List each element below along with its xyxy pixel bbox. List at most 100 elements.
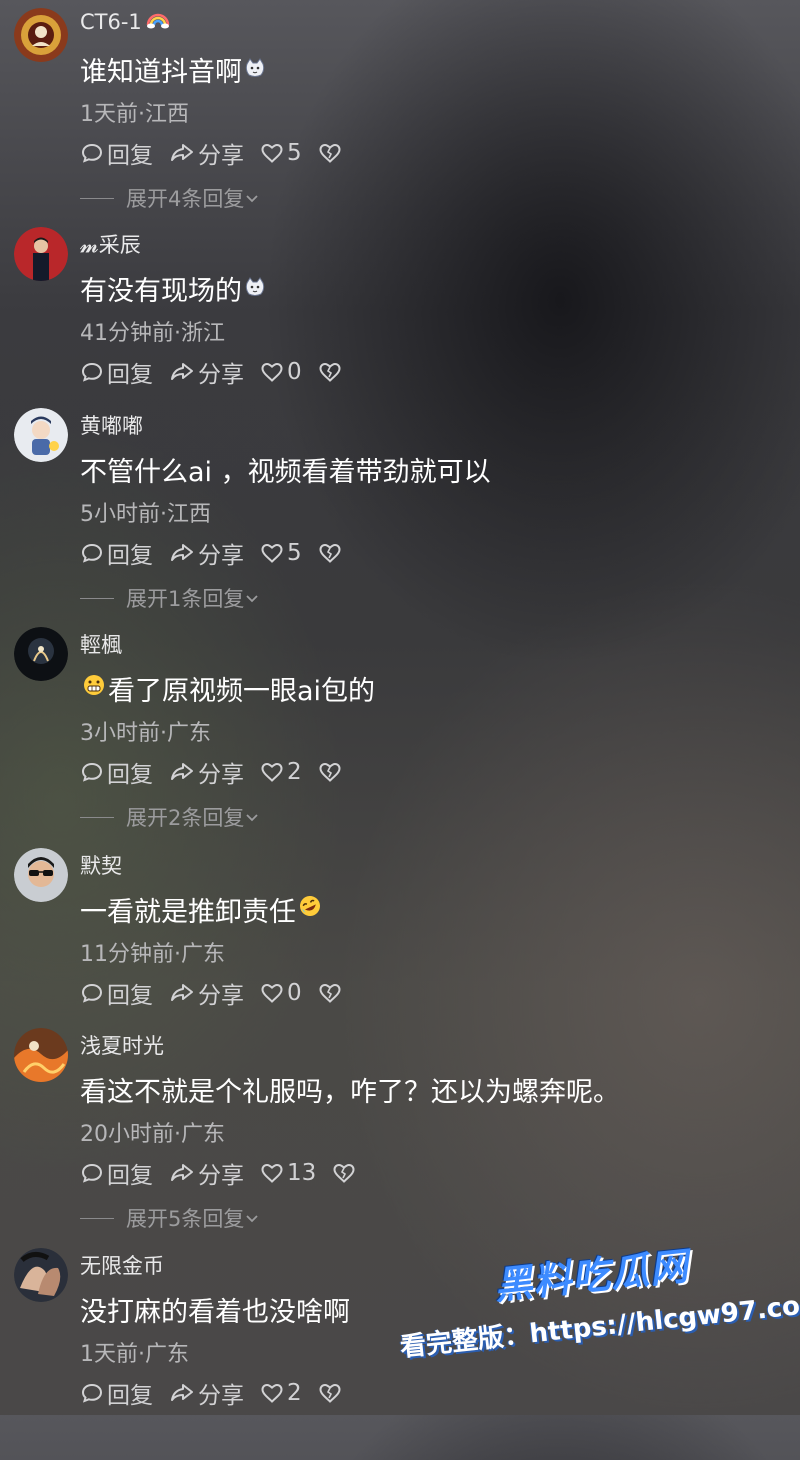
expand-replies[interactable]: 展开2条回复 [80, 802, 260, 832]
broken-heart-icon [319, 983, 341, 1003]
like-button[interactable]: 2 [260, 759, 302, 785]
heart-icon [261, 983, 283, 1003]
comment-meta: 3小时前·广东 [80, 721, 211, 746]
expand-replies[interactable]: 展开4条回复 [80, 183, 260, 213]
like-count: 5 [287, 140, 302, 166]
dislike-button[interactable] [318, 761, 342, 783]
avatar[interactable] [14, 1248, 68, 1302]
share-arrow-icon [171, 363, 193, 380]
divider [80, 1217, 114, 1219]
dislike-button[interactable] [318, 542, 342, 564]
like-count: 5 [287, 540, 302, 566]
share-button[interactable]: 分享 [169, 1156, 244, 1190]
comment-meta: 1天前·广东 [80, 1342, 189, 1367]
share-button[interactable]: 分享 [169, 755, 244, 789]
comment-actions: 回复 分享 0 [80, 976, 342, 1010]
share-label: 分享 [198, 762, 244, 788]
username[interactable]: 輕楓 [80, 629, 122, 659]
like-count: 0 [287, 980, 302, 1006]
reply-button[interactable]: 回复 [80, 976, 153, 1010]
broken-heart-icon [333, 1163, 355, 1183]
like-button[interactable]: 13 [260, 1160, 316, 1186]
dislike-button[interactable] [318, 361, 342, 383]
expand-replies[interactable]: 展开5条回复 [80, 1203, 260, 1233]
reply-button[interactable]: 回复 [80, 136, 153, 170]
like-button[interactable]: 0 [260, 980, 302, 1006]
reply-label: 回复 [107, 143, 153, 169]
like-button[interactable]: 5 [260, 540, 302, 566]
share-button[interactable]: 分享 [169, 536, 244, 570]
dislike-button[interactable] [318, 142, 342, 164]
expand-replies-label: 展开4条回复 [126, 187, 245, 211]
comment-actions: 回复 分享 2 [80, 755, 342, 789]
like-button[interactable]: 0 [260, 359, 302, 385]
share-label: 分享 [198, 1383, 244, 1409]
username[interactable]: 无限金币 [80, 1250, 164, 1280]
share-button[interactable]: 分享 [169, 355, 244, 389]
username[interactable]: 黄嘟嘟 [80, 410, 143, 440]
heart-icon [261, 362, 283, 382]
comment-meta: 41分钟前·浙江 [80, 321, 225, 346]
reply-button[interactable]: 回复 [80, 536, 153, 570]
avatar[interactable] [14, 1028, 68, 1082]
share-button[interactable]: 分享 [169, 136, 244, 170]
expand-replies-label: 展开2条回复 [126, 806, 245, 830]
username[interactable]: CT6-1 [80, 10, 170, 34]
chat-bubble-icon [81, 1163, 103, 1183]
share-button[interactable]: 分享 [169, 976, 244, 1010]
heart-icon [261, 762, 283, 782]
comment-text: 有没有现场的 [80, 269, 268, 308]
broken-heart-icon [319, 362, 341, 382]
share-button[interactable]: 分享 [169, 1376, 244, 1410]
avatar[interactable] [14, 627, 68, 681]
username[interactable]: 𝓶采辰 [80, 229, 141, 259]
comment-text: 不管什么ai ，视频看着带劲就可以 [80, 450, 491, 489]
username[interactable]: 浅夏时光 [80, 1030, 164, 1060]
comment-text-content: 看了原视频一眼ai包的 [108, 676, 376, 707]
avatar[interactable] [14, 408, 68, 462]
comment-actions: 回复 分享 13 [80, 1156, 356, 1190]
comment-item: 輕楓 看了原视频一眼ai包的 3小时前·广东 回复 分享 2 展开2条回复 [0, 619, 800, 839]
chevron-down-icon [246, 1215, 259, 1223]
divider [80, 597, 114, 599]
reply-button[interactable]: 回复 [80, 1156, 153, 1190]
chevron-down-icon [246, 195, 259, 203]
avatar[interactable] [14, 8, 68, 62]
share-label: 分享 [198, 543, 244, 569]
expand-replies[interactable]: 展开1条回复 [80, 583, 260, 613]
dislike-button[interactable] [332, 1162, 356, 1184]
reply-button[interactable]: 回复 [80, 1376, 153, 1410]
dislike-button[interactable] [318, 982, 342, 1004]
share-arrow-icon [171, 544, 193, 561]
cat-emoji-icon [244, 273, 266, 304]
dislike-button[interactable] [318, 1382, 342, 1404]
username-text: 无限金币 [80, 1254, 164, 1278]
reply-button[interactable]: 回复 [80, 355, 153, 389]
expand-replies-label: 展开1条回复 [126, 587, 245, 611]
comment-text-content: 谁知道抖音啊 [80, 57, 242, 88]
heart-icon [261, 143, 283, 163]
avatar[interactable] [14, 227, 68, 281]
username-text: 黄嘟嘟 [80, 414, 143, 438]
heart-icon [261, 1383, 283, 1403]
share-arrow-icon [171, 763, 193, 780]
reply-label: 回复 [107, 1163, 153, 1189]
like-button[interactable]: 2 [260, 1380, 302, 1406]
like-button[interactable]: 5 [260, 140, 302, 166]
avatar[interactable] [14, 848, 68, 902]
comment-text-content: 没打麻的看着也没啥啊 [80, 1297, 350, 1328]
reply-button[interactable]: 回复 [80, 755, 153, 789]
rainbow-emoji-icon [146, 10, 170, 34]
comment-text-content: 看这不就是个礼服吗，咋了？还以为螺奔呢。 [80, 1077, 620, 1108]
comment-actions: 回复 分享 5 [80, 136, 342, 170]
heart-icon [261, 543, 283, 563]
comment-text-content: 有没有现场的 [80, 276, 242, 307]
chat-bubble-icon [81, 362, 103, 382]
comment-meta: 5小时前·江西 [80, 502, 211, 527]
chat-bubble-icon [81, 983, 103, 1003]
comment-meta: 1天前·江西 [80, 102, 189, 127]
chat-bubble-icon [81, 1383, 103, 1403]
broken-heart-icon [319, 543, 341, 563]
username[interactable]: 默契 [80, 850, 122, 880]
comment-text-content: 不管什么ai ，视频看着带劲就可以 [80, 457, 491, 488]
